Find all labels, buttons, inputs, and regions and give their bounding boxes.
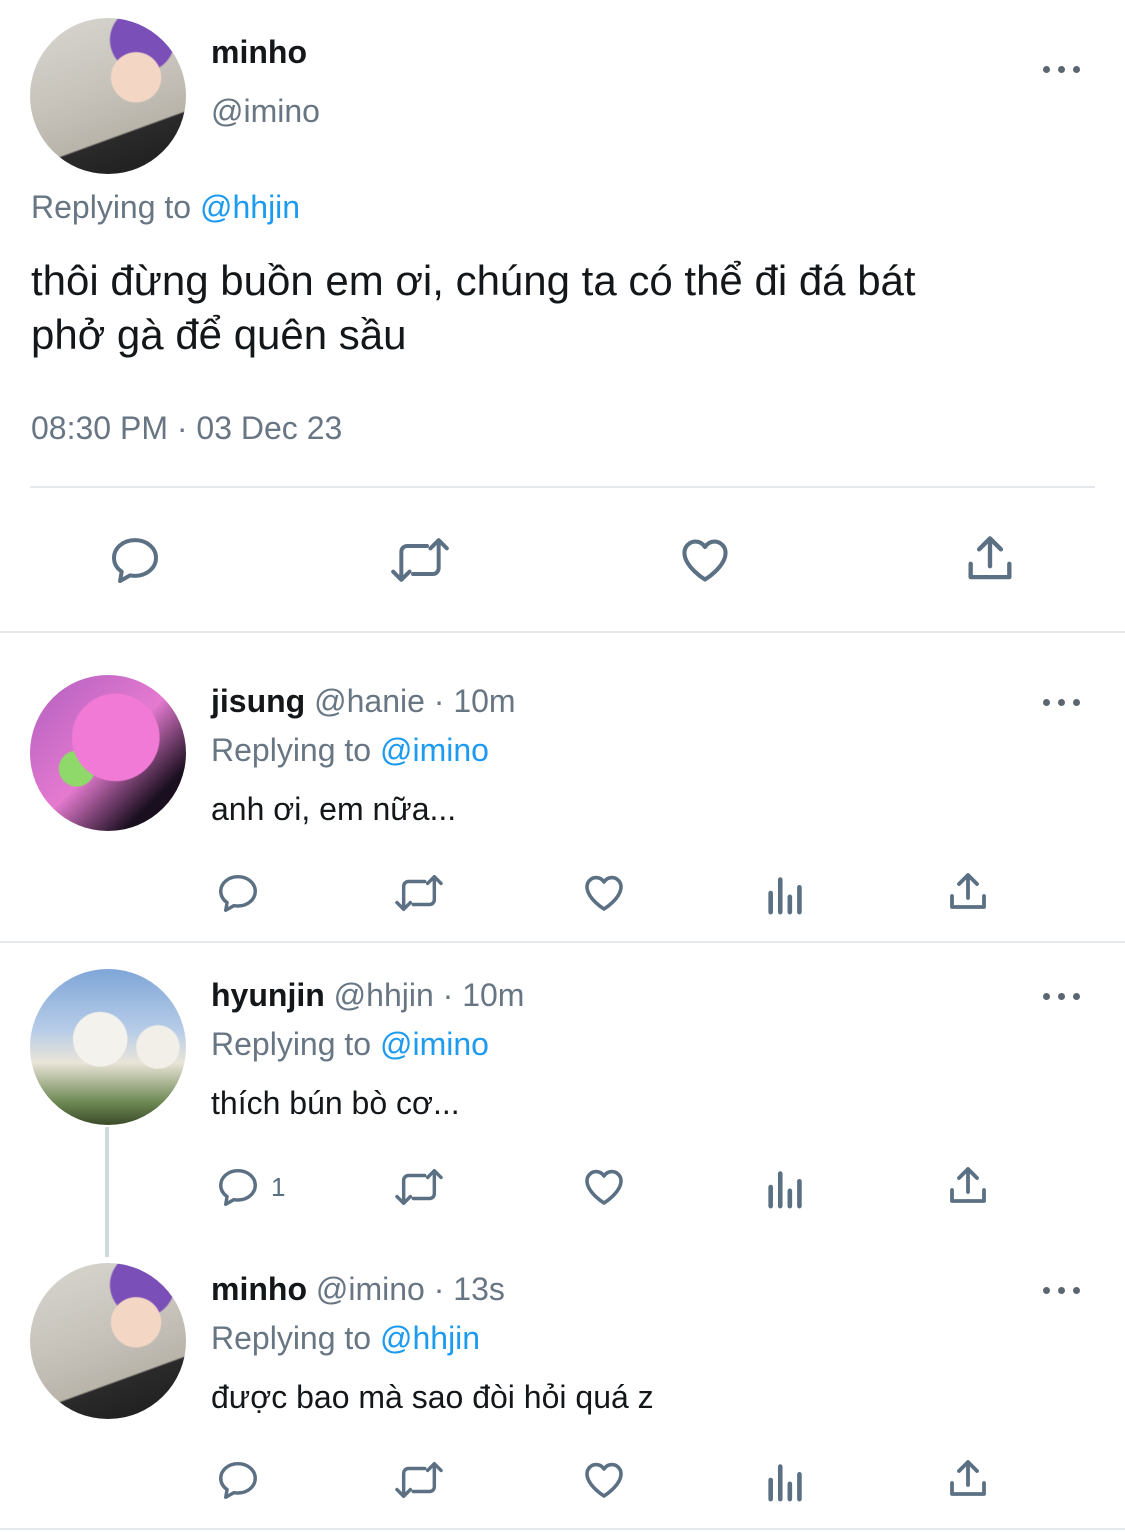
analytics-icon[interactable] [764, 1164, 808, 1210]
like-icon[interactable] [580, 868, 628, 916]
share-icon[interactable] [961, 530, 1019, 588]
display-name[interactable]: minho [211, 34, 307, 71]
analytics-icon[interactable] [764, 1457, 808, 1503]
replying-to-line: Replying to @hhjin [211, 1320, 480, 1357]
reply-header: minho @imino · 13s [211, 1271, 505, 1308]
reply-icon[interactable] [214, 870, 262, 916]
reply-mention-link[interactable]: @imino [380, 732, 489, 768]
reply-header: hyunjin @hhjin · 10m [211, 977, 524, 1014]
avatar[interactable] [30, 969, 186, 1125]
user-handle[interactable]: @hanie [314, 683, 425, 719]
reply-icon[interactable] [214, 1164, 262, 1210]
reply-icon[interactable] [214, 1457, 262, 1503]
replying-to-line: Replying to @imino [211, 732, 489, 769]
more-icon[interactable] [1043, 990, 1083, 1002]
display-name[interactable]: hyunjin [211, 977, 325, 1013]
thread-connector [105, 1127, 109, 1257]
avatar[interactable] [30, 18, 186, 174]
replying-label: Replying to [31, 189, 192, 225]
divider [0, 1528, 1125, 1530]
user-handle[interactable]: @hhjin [334, 977, 434, 1013]
reply-count: 1 [271, 1172, 286, 1202]
share-icon[interactable] [944, 1455, 992, 1503]
tweet-text: thôi đừng buồn em ơi, chúng ta có thể đi… [31, 254, 916, 362]
reply-time[interactable]: · 13s [434, 1271, 505, 1307]
share-icon[interactable] [944, 1162, 992, 1210]
tweet-text-line: thôi đừng buồn em ơi, chúng ta có thể đi… [31, 257, 916, 304]
divider [0, 631, 1125, 633]
replying-label: Replying to [211, 1320, 372, 1356]
retweet-icon[interactable] [386, 532, 454, 588]
reply-mention-link[interactable]: @hhjin [200, 189, 300, 225]
replying-to-line: Replying to @imino [211, 1026, 489, 1063]
more-icon[interactable] [1043, 696, 1083, 708]
like-icon[interactable] [580, 1455, 628, 1503]
more-icon[interactable] [1043, 1284, 1083, 1296]
retweet-icon[interactable] [391, 1164, 447, 1210]
avatar[interactable] [30, 1263, 186, 1419]
reply-time[interactable]: · 10m [434, 683, 516, 719]
divider [30, 486, 1095, 488]
more-icon[interactable] [1043, 63, 1083, 75]
reply-mention-link[interactable]: @hhjin [380, 1320, 480, 1356]
like-icon[interactable] [580, 1162, 628, 1210]
reply-text: được bao mà sao đòi hỏi quá z [211, 1379, 654, 1415]
user-handle[interactable]: @imino [211, 93, 320, 130]
reply-mention-link[interactable]: @imino [380, 1026, 489, 1062]
display-name[interactable]: minho [211, 1271, 307, 1307]
reply-text: anh ơi, em nữa... [211, 791, 457, 827]
divider [0, 941, 1125, 943]
user-handle[interactable]: @imino [316, 1271, 425, 1307]
display-name[interactable]: jisung [211, 683, 305, 719]
tweet-text-line: phở gà để quên sầu [31, 311, 407, 358]
replying-label: Replying to [211, 1026, 372, 1062]
like-icon[interactable] [676, 530, 734, 588]
reply-header: jisung @hanie · 10m [211, 683, 516, 720]
replying-label: Replying to [211, 732, 372, 768]
reply-text: thích bún bò cơ... [211, 1085, 460, 1121]
retweet-icon[interactable] [391, 870, 447, 916]
analytics-icon[interactable] [764, 870, 808, 916]
share-icon[interactable] [944, 868, 992, 916]
reply-icon[interactable] [106, 532, 164, 588]
tweet-timestamp[interactable]: 08:30 PM · 03 Dec 23 [31, 410, 342, 447]
avatar[interactable] [30, 675, 186, 831]
replying-to-line: Replying to @hhjin [31, 189, 300, 226]
reply-time[interactable]: · 10m [443, 977, 525, 1013]
retweet-icon[interactable] [391, 1457, 447, 1503]
